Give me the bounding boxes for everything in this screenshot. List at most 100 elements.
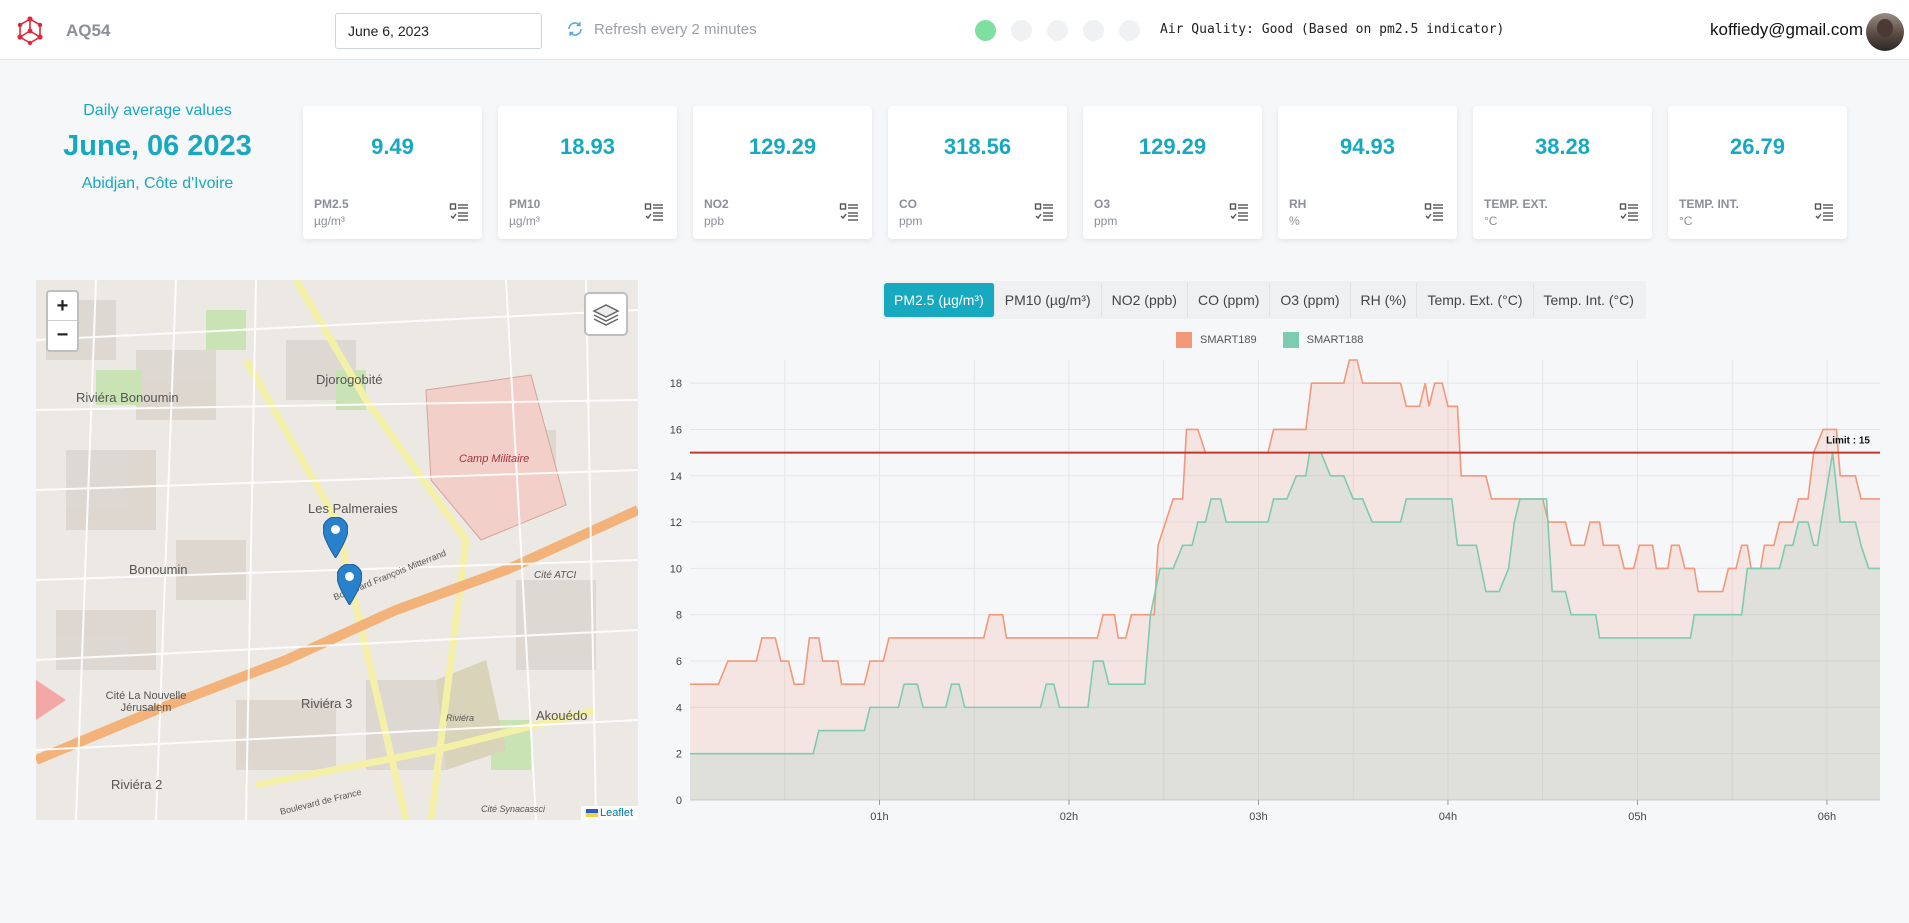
metric-card-no2: 129.29 NO2 ppb	[693, 106, 872, 239]
legend-swatch	[1176, 332, 1192, 348]
refresh-control[interactable]: Refresh every 2 minutes	[566, 20, 757, 38]
map-label-riviera-2: Riviéra 2	[111, 777, 163, 792]
metric-card-co: 318.56 CO ppm	[888, 106, 1067, 239]
summary-label: Daily average values	[83, 102, 232, 119]
avatar[interactable]	[1866, 13, 1904, 51]
metric-unit: µg/m³	[314, 214, 345, 228]
quality-level-dot-5	[1119, 20, 1140, 41]
tab-pm10-g-m[interactable]: PM10 (µg/m³)	[995, 283, 1102, 317]
zoom-control: + −	[46, 290, 79, 352]
metric-name: PM2.5	[314, 197, 349, 211]
quality-level-dot-4	[1083, 20, 1104, 41]
metric-name: TEMP. EXT.	[1484, 197, 1548, 211]
zoom-in-button[interactable]: +	[48, 292, 77, 321]
map-label-akouedo: Akouédo	[536, 708, 588, 723]
metric-unit: ppm	[1094, 214, 1118, 228]
metric-card-pm10: 18.93 PM10 µg/m³	[498, 106, 677, 239]
map-attribution[interactable]: Leaflet	[580, 806, 638, 820]
map-label-riviera: Riviéra	[446, 713, 475, 723]
chart-legend: SMART189 SMART188	[1176, 332, 1363, 348]
air-quality-indicator	[975, 20, 1140, 41]
map-label-riviera-bonoumin: Riviéra Bonoumin	[76, 390, 179, 405]
top-bar: AQ54 Refresh every 2 minutes Air Quality…	[0, 0, 1909, 60]
map-label-riviera-3: Riviéra 3	[301, 696, 353, 711]
x-tick-label: 04h	[1439, 811, 1457, 823]
tab-co-ppm[interactable]: CO (ppm)	[1188, 283, 1271, 317]
metric-unit: °C	[1679, 214, 1693, 228]
legend-item-smart189[interactable]: SMART189	[1176, 332, 1257, 348]
x-tick-label: 02h	[1060, 811, 1078, 823]
y-tick-label: 8	[676, 610, 682, 622]
y-tick-label: 12	[670, 517, 682, 529]
tab-temp-ext-c[interactable]: Temp. Ext. (°C)	[1417, 283, 1534, 317]
x-tick-label: 05h	[1628, 811, 1646, 823]
details-list-icon[interactable]	[1814, 202, 1834, 222]
y-tick-label: 2	[676, 749, 682, 761]
metric-value: 318.56	[943, 134, 1012, 159]
metric-name: NO2	[704, 197, 729, 211]
tab-rh[interactable]: RH (%)	[1351, 283, 1418, 317]
leaflet-flag-icon	[585, 809, 598, 818]
tab-pm2-5-g-m[interactable]: PM2.5 (µg/m³)	[884, 283, 995, 317]
metric-unit: °C	[1484, 214, 1498, 228]
x-tick-label: 01h	[870, 811, 888, 823]
map-label-cite-atci: Cité ATCI	[534, 570, 577, 581]
map-label-camp-militaire: Camp Militaire	[459, 453, 530, 465]
metric-unit: ppm	[899, 214, 923, 228]
tab-o3-ppm[interactable]: O3 (ppm)	[1270, 283, 1351, 317]
refresh-icon[interactable]	[566, 20, 584, 38]
date-picker-input[interactable]	[335, 13, 542, 49]
details-list-icon[interactable]	[1424, 202, 1444, 222]
layers-button[interactable]	[584, 292, 628, 336]
metric-value: 129.29	[1138, 134, 1207, 159]
layers-icon[interactable]	[586, 294, 626, 334]
quality-level-dot-1	[975, 20, 996, 41]
legend-item-smart188[interactable]: SMART188	[1282, 332, 1364, 348]
user-email[interactable]: koffiedy@gmail.com	[1710, 20, 1863, 40]
metric-unit: µg/m³	[509, 214, 540, 228]
metric-card-pm2-5: 9.49 PM2.5 µg/m³	[303, 106, 482, 239]
legend-label: SMART188	[1306, 334, 1364, 346]
metric-value: 26.79	[1729, 134, 1786, 159]
metric-value: 129.29	[748, 134, 817, 159]
app-logo-icon[interactable]	[15, 16, 45, 46]
y-tick-label: 4	[676, 702, 682, 714]
details-list-icon[interactable]	[1619, 202, 1639, 222]
metric-value: 18.93	[559, 134, 616, 159]
details-list-icon[interactable]	[1229, 202, 1249, 222]
x-tick-label: 03h	[1249, 811, 1267, 823]
details-list-icon[interactable]	[644, 202, 664, 222]
y-tick-label: 16	[670, 424, 682, 436]
series-area-smart188	[690, 452, 1880, 800]
pm25-chart: 0 2 4 6 8 10 12 14 16 18 01h 02h 03h 04h 05h 06h Limit :…	[670, 359, 1880, 823]
refresh-label: Refresh every 2 minutes	[594, 20, 757, 38]
metric-cards: 9.49 PM2.5 µg/m³ 18.93 PM10 µg/m³ 129.29…	[303, 106, 1847, 239]
map-label-djorogobite: Djorogobité	[316, 372, 383, 387]
details-list-icon[interactable]	[839, 202, 859, 222]
metric-card-temp-ext-: 38.28 TEMP. EXT. °C	[1473, 106, 1652, 239]
pollutant-tabs: PM2.5 (µg/m³) PM10 (µg/m³) NO2 (ppb) CO (pp…	[882, 281, 1646, 319]
metric-value: 9.49	[371, 134, 414, 159]
zoom-out-button[interactable]: −	[48, 321, 77, 350]
tab-temp-int-c[interactable]: Temp. Int. (°C)	[1534, 283, 1644, 317]
map-label-bonoumin: Bonoumin	[129, 562, 188, 577]
metric-card-temp-int-: 26.79 TEMP. INT. °C	[1668, 106, 1847, 239]
leaflet-link[interactable]: Leaflet	[600, 807, 633, 819]
metric-name: TEMP. INT.	[1679, 197, 1739, 211]
y-tick-label: 10	[670, 563, 682, 575]
quality-level-dot-2	[1011, 20, 1032, 41]
tab-no2-ppb[interactable]: NO2 (ppb)	[1102, 283, 1188, 317]
details-list-icon[interactable]	[449, 202, 469, 222]
app-name: AQ54	[66, 21, 111, 40]
station-marker-smart189[interactable]	[323, 517, 348, 558]
air-quality-status: Air Quality: Good (Based on pm2.5 indica…	[1160, 22, 1505, 37]
details-list-icon[interactable]	[1034, 202, 1054, 222]
metric-name: CO	[899, 197, 917, 211]
map[interactable]: Riviéra Bonoumin Djorogobité Camp Milita…	[36, 280, 638, 820]
station-marker-smart188[interactable]	[337, 564, 362, 605]
metric-unit: %	[1289, 214, 1300, 228]
y-tick-label: 14	[670, 471, 682, 483]
y-tick-label: 6	[676, 656, 682, 668]
limit-label: Limit : 15	[1826, 436, 1870, 447]
y-tick-label: 18	[670, 378, 682, 390]
